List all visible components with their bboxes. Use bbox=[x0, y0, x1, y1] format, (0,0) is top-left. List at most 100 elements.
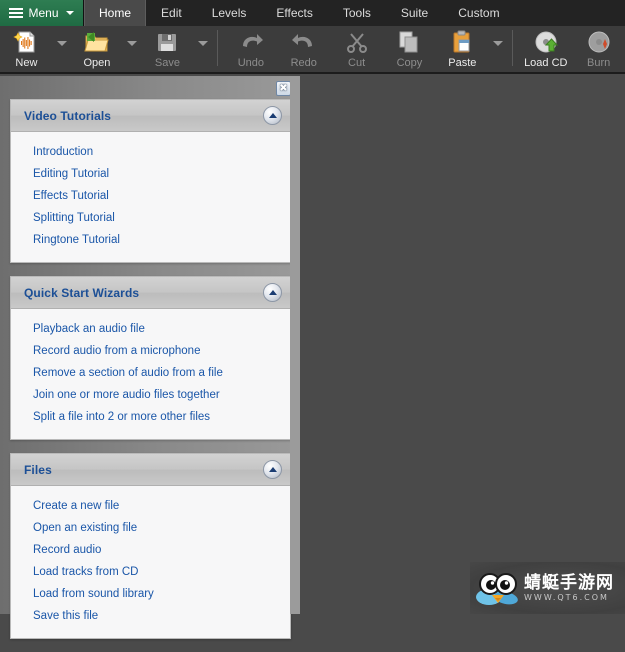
panel-section-video-tutorials: Video Tutorials IntroductionEditing Tutor… bbox=[10, 99, 291, 263]
paste-label: Paste bbox=[448, 57, 476, 69]
panel-link[interactable]: Open an existing file bbox=[11, 517, 290, 539]
collapse-up-icon[interactable] bbox=[263, 106, 282, 125]
new-document-waveform-icon bbox=[13, 29, 39, 55]
panel-section-quick-start-wizards: Quick Start Wizards Playback an audio fil… bbox=[10, 276, 291, 440]
undo-label: Undo bbox=[238, 57, 264, 69]
save-label: Save bbox=[155, 57, 180, 69]
panel-link[interactable]: Effects Tutorial bbox=[11, 185, 290, 207]
tab-edit[interactable]: Edit bbox=[146, 0, 197, 26]
floppy-disk-icon bbox=[154, 29, 180, 55]
open-folder-icon bbox=[84, 29, 110, 55]
panel-link[interactable]: Record audio bbox=[11, 539, 290, 561]
undo-button[interactable]: Undo bbox=[224, 26, 277, 74]
menu-button-label: Menu bbox=[28, 6, 58, 20]
cd-burn-icon bbox=[586, 29, 612, 55]
collapse-up-icon[interactable] bbox=[263, 283, 282, 302]
section-body: Playback an audio fileRecord audio from … bbox=[11, 309, 290, 439]
section-header[interactable]: Video Tutorials bbox=[11, 100, 290, 132]
panel-link[interactable]: Remove a section of audio from a file bbox=[11, 362, 290, 384]
panel-link[interactable]: Introduction bbox=[11, 141, 290, 163]
panel-link[interactable]: Load tracks from CD bbox=[11, 561, 290, 583]
left-dock-panel: ✖ Video Tutorials IntroductionEditing Tut… bbox=[0, 76, 300, 614]
cut-button[interactable]: Cut bbox=[330, 26, 383, 74]
section-body: Create a new fileOpen an existing fileRe… bbox=[11, 486, 290, 638]
new-dropdown-button[interactable] bbox=[53, 26, 71, 74]
tab-tools[interactable]: Tools bbox=[328, 0, 386, 26]
panel-link[interactable]: Split a file into 2 or more other files bbox=[11, 406, 290, 428]
chevron-down-icon bbox=[66, 11, 74, 15]
undo-arrow-icon-wrap bbox=[238, 29, 264, 55]
open-label: Open bbox=[83, 57, 110, 69]
cd-up-arrow-icon-wrap bbox=[533, 29, 559, 55]
menu-bar: Menu HomeEditLevelsEffectsToolsSuiteCust… bbox=[0, 0, 625, 26]
up-arrow-icon bbox=[269, 290, 277, 295]
panel-splitter[interactable] bbox=[290, 76, 300, 614]
undo-arrow-icon bbox=[238, 29, 264, 55]
scissors-icon bbox=[344, 29, 370, 55]
chevron-down-icon bbox=[57, 41, 67, 46]
save-dropdown-button[interactable] bbox=[194, 26, 212, 74]
redo-button[interactable]: Redo bbox=[277, 26, 330, 74]
chevron-down-icon bbox=[198, 41, 208, 46]
hamburger-icon bbox=[9, 8, 23, 18]
toolbar-separator bbox=[217, 30, 218, 66]
copy-label: Copy bbox=[397, 57, 423, 69]
tab-effects[interactable]: Effects bbox=[261, 0, 327, 26]
panel-link[interactable]: Splitting Tutorial bbox=[11, 207, 290, 229]
open-dropdown-button[interactable] bbox=[123, 26, 141, 74]
panel-link[interactable]: Ringtone Tutorial bbox=[11, 229, 290, 251]
panel-section-files: Files Create a new fileOpen an existing f… bbox=[10, 453, 291, 639]
copy-pages-icon bbox=[396, 29, 422, 55]
section-body: IntroductionEditing TutorialEffects Tuto… bbox=[11, 132, 290, 262]
section-title: Video Tutorials bbox=[24, 109, 111, 123]
paste-button[interactable]: Paste bbox=[436, 26, 489, 74]
floppy-disk-icon-wrap bbox=[154, 29, 180, 55]
panel-link[interactable]: Join one or more audio files together bbox=[11, 384, 290, 406]
load-cd-button[interactable]: Load CD bbox=[519, 26, 572, 74]
panel-link[interactable]: Load from sound library bbox=[11, 583, 290, 605]
clipboard-icon-wrap bbox=[449, 29, 475, 55]
tab-home[interactable]: Home bbox=[84, 0, 146, 26]
panel-link[interactable]: Editing Tutorial bbox=[11, 163, 290, 185]
redo-arrow-icon-wrap bbox=[291, 29, 317, 55]
new-document-waveform-icon-wrap bbox=[13, 29, 39, 55]
panel-link[interactable]: Playback an audio file bbox=[11, 318, 290, 340]
panel-link[interactable]: Record audio from a microphone bbox=[11, 340, 290, 362]
ribbon-toolbar: New Open Save Undo Redo Cut Copy Paste Load CD Bu… bbox=[0, 26, 625, 74]
chevron-down-icon bbox=[493, 41, 503, 46]
close-icon[interactable]: ✖ bbox=[276, 81, 291, 96]
new-label: New bbox=[15, 57, 37, 69]
scissors-icon-wrap bbox=[344, 29, 370, 55]
redo-label: Redo bbox=[291, 57, 317, 69]
new-button[interactable]: New bbox=[0, 26, 53, 74]
section-title: Quick Start Wizards bbox=[24, 286, 139, 300]
cut-label: Cut bbox=[348, 57, 365, 69]
chevron-down-icon bbox=[127, 41, 137, 46]
paste-dropdown-button[interactable] bbox=[489, 26, 507, 74]
tab-custom[interactable]: Custom bbox=[443, 0, 514, 26]
open-folder-icon-wrap bbox=[84, 29, 110, 55]
section-header[interactable]: Quick Start Wizards bbox=[11, 277, 290, 309]
copy-button[interactable]: Copy bbox=[383, 26, 436, 74]
tab-levels[interactable]: Levels bbox=[197, 0, 262, 26]
burn-button[interactable]: Burn bbox=[572, 26, 625, 74]
cd-burn-icon-wrap bbox=[586, 29, 612, 55]
cd-up-arrow-icon bbox=[533, 29, 559, 55]
open-button[interactable]: Open bbox=[70, 26, 123, 74]
clipboard-icon bbox=[449, 29, 475, 55]
panel-section-stack: Video Tutorials IntroductionEditing Tutor… bbox=[10, 99, 291, 652]
save-button[interactable]: Save bbox=[141, 26, 194, 74]
section-title: Files bbox=[24, 463, 52, 477]
section-header[interactable]: Files bbox=[11, 454, 290, 486]
up-arrow-icon bbox=[269, 113, 277, 118]
menu-button[interactable]: Menu bbox=[0, 0, 84, 26]
panel-link[interactable]: Save this file bbox=[11, 605, 290, 627]
workspace-area[interactable] bbox=[300, 76, 625, 614]
toolbar-separator bbox=[512, 30, 513, 66]
tab-suite[interactable]: Suite bbox=[386, 0, 443, 26]
copy-pages-icon-wrap bbox=[396, 29, 422, 55]
panel-link[interactable]: Create a new file bbox=[11, 495, 290, 517]
burn-label: Burn bbox=[587, 57, 610, 69]
up-arrow-icon bbox=[269, 467, 277, 472]
collapse-up-icon[interactable] bbox=[263, 460, 282, 479]
